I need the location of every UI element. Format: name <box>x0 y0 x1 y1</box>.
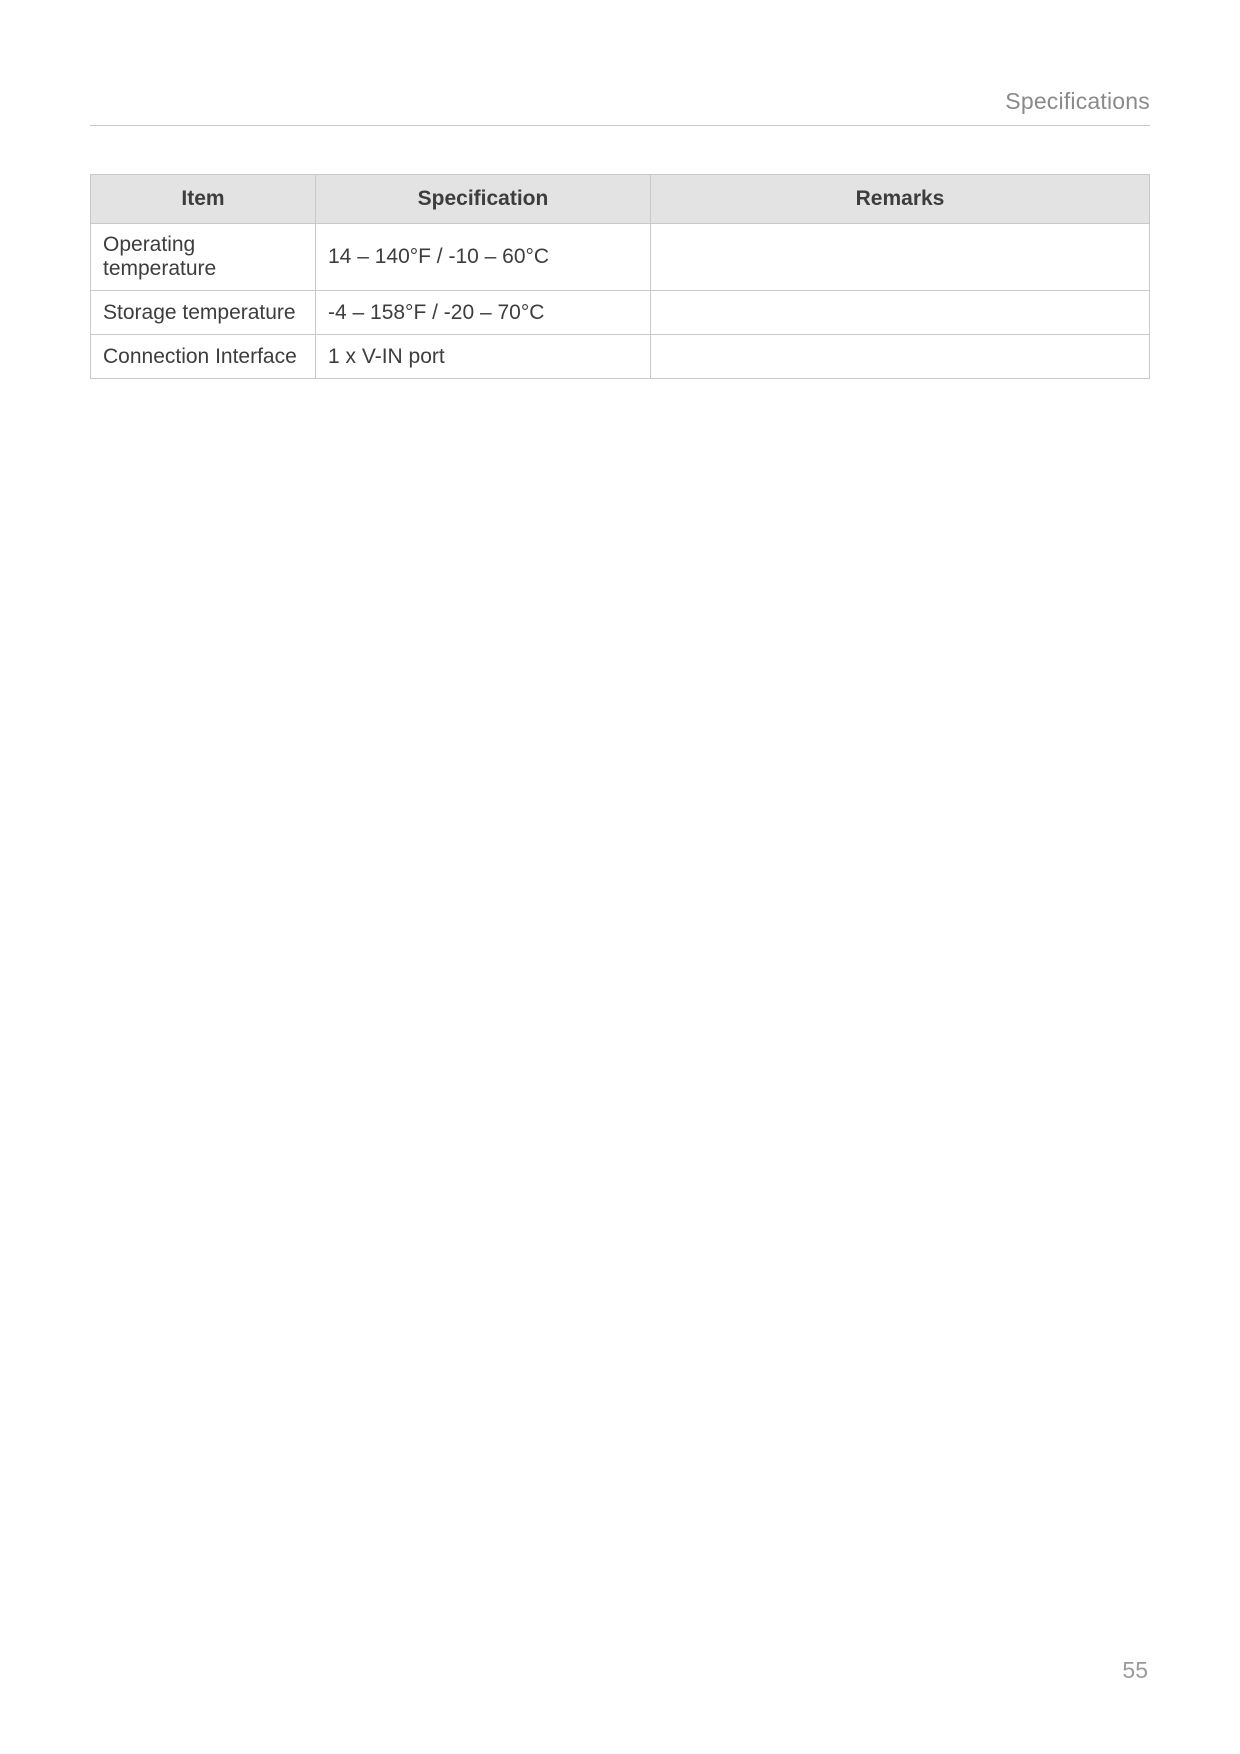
cell-spec: -4 – 158°F / -20 – 70°C <box>316 291 651 335</box>
spec-table: Item Specification Remarks Operating tem… <box>90 174 1150 379</box>
cell-remarks <box>651 335 1150 379</box>
th-spec: Specification <box>316 175 651 224</box>
table-header-row: Item Specification Remarks <box>91 175 1150 224</box>
table-row: Storage temperature -4 – 158°F / -20 – 7… <box>91 291 1150 335</box>
page-number: 55 <box>1122 1657 1148 1684</box>
cell-spec: 14 – 140°F / -10 – 60°C <box>316 224 651 291</box>
page-header: Specifications <box>90 88 1150 126</box>
table-row: Operating temperature 14 – 140°F / -10 –… <box>91 224 1150 291</box>
cell-item: Storage temperature <box>91 291 316 335</box>
th-remarks: Remarks <box>651 175 1150 224</box>
section-title: Specifications <box>1005 88 1150 114</box>
th-item: Item <box>91 175 316 224</box>
cell-remarks <box>651 291 1150 335</box>
cell-remarks <box>651 224 1150 291</box>
cell-item: Connection Interface <box>91 335 316 379</box>
cell-item: Operating temperature <box>91 224 316 291</box>
cell-spec: 1 x V-IN port <box>316 335 651 379</box>
table-row: Connection Interface 1 x V-IN port <box>91 335 1150 379</box>
